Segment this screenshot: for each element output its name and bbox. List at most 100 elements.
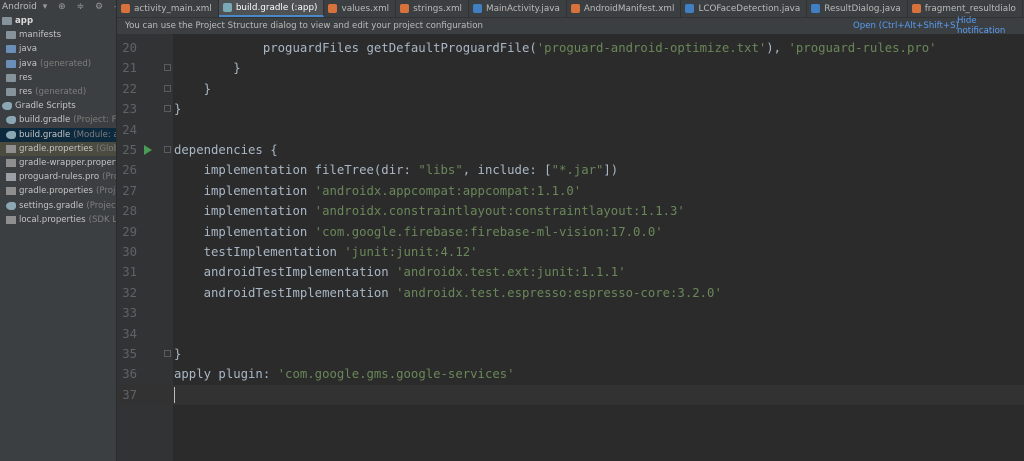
tree-item[interactable]: gradle.properties(Project — [0, 184, 116, 198]
code-line[interactable]: 33 — [117, 303, 1024, 323]
code-line[interactable]: 37 — [117, 384, 1024, 405]
xml-file-icon — [911, 4, 921, 13]
tab-gradle[interactable]: build.gradle (:app) — [218, 0, 325, 17]
tree-item-label: manifests — [19, 30, 62, 41]
notification-message: You can use the Project Structure dialog… — [125, 21, 483, 31]
tab-label: build.gradle (:app) — [235, 2, 318, 13]
tab-xml[interactable]: activity_main.xml — [117, 0, 219, 17]
line-text: } — [174, 99, 181, 119]
code-line[interactable]: 26 implementation fileTree(dir: "libs", … — [117, 160, 1024, 180]
tree-item[interactable]: res — [0, 71, 116, 85]
code-token: implementation — [174, 224, 315, 239]
code-line[interactable]: 31 androidTestImplementation 'androidx.t… — [117, 262, 1024, 282]
fold-marker-icon[interactable] — [164, 105, 171, 113]
tree-item[interactable]: Gradle Scripts — [0, 99, 116, 113]
code-line[interactable]: 36 apply plugin: 'com.google.gms.google-s… — [117, 364, 1024, 384]
code-token: implementation — [174, 183, 315, 198]
tree-item-label: settings.gradle — [19, 200, 84, 211]
code-token: apply plugin: — [174, 367, 278, 382]
tree-item[interactable]: res (generated) — [0, 85, 116, 99]
code-line[interactable]: 32 androidTestImplementation 'androidx.t… — [117, 283, 1024, 303]
line-number: 35 — [122, 347, 137, 361]
tree-root-app[interactable]: app — [0, 14, 116, 28]
fold-marker-icon[interactable] — [164, 84, 171, 92]
code-editor[interactable]: 20 proguardFiles getDefaultProguardFile(… — [117, 34, 1024, 461]
tab-xml[interactable]: strings.xml — [396, 0, 469, 17]
code-line[interactable]: 28 implementation 'androidx.constraintla… — [117, 201, 1024, 221]
fold-marker-icon[interactable] — [164, 146, 171, 153]
folder-icon — [6, 73, 16, 82]
hide-notification-link[interactable]: Hide notification — [957, 16, 1024, 36]
panel-tools-icons[interactable]: ▾ ⊕ ≑ ⚙ — — [43, 2, 116, 12]
code-token: } — [174, 61, 241, 76]
tree-item-label: gradle.properties — [19, 143, 93, 154]
code-line[interactable]: 20 proguardFiles getDefaultProguardFile(… — [117, 38, 1024, 58]
string-literal: 'junit:junit:4.12' — [344, 245, 478, 259]
tree-item-hint: (Project: Face — [73, 115, 116, 126]
code-token: ), — [766, 41, 789, 55]
code-line[interactable]: 25 dependencies { — [117, 140, 1024, 160]
tree-item[interactable]: local.properties(SDK Loc — [0, 213, 116, 227]
line-number: 29 — [122, 224, 137, 239]
string-literal: 'proguard-android-optimize.txt' — [536, 41, 767, 55]
fold-marker-icon[interactable] — [164, 350, 171, 357]
tree-item[interactable]: build.gradle(Module: app — [0, 127, 116, 142]
code-line[interactable]: 27 implementation 'androidx.appcompat:ap… — [117, 181, 1024, 201]
tree-item[interactable]: proguard-rules.pro(ProG — [0, 170, 116, 184]
code-line[interactable]: 34 — [117, 324, 1024, 344]
tab-java[interactable]: ResultDialog.java — [807, 0, 908, 17]
line-text: implementation 'androidx.constraintlayou… — [174, 201, 685, 221]
tab-xml[interactable]: AndroidManifest.xml — [567, 0, 682, 17]
tree-item-label: Gradle Scripts — [15, 101, 76, 112]
tree-item[interactable]: gradle.properties(Global — [0, 141, 116, 156]
code-token: androidTestImplementation — [174, 285, 397, 300]
line-text: dependencies { — [174, 140, 278, 160]
xml-file-icon — [121, 4, 130, 13]
tree-item[interactable]: gradle-wrapper.properties — [0, 156, 116, 170]
properties-icon — [6, 187, 16, 196]
tree-item[interactable]: manifests — [0, 28, 116, 42]
code-line[interactable]: 23} — [117, 99, 1024, 119]
code-line[interactable]: 22 } — [117, 79, 1024, 99]
editor-tab-bar: activity_main.xml build.gradle (:app) valu… — [117, 0, 1024, 18]
tree-item-label: proguard-rules.pro — [19, 172, 100, 183]
code-line[interactable]: 29 implementation 'com.google.firebase:f… — [117, 222, 1024, 242]
gradle-icon — [6, 201, 16, 210]
tab-label: AndroidManifest.xml — [583, 3, 675, 14]
tree-item[interactable]: build.gradle(Project: Face — [0, 113, 116, 127]
code-token: androidTestImplementation — [174, 265, 397, 280]
line-text: androidTestImplementation 'androidx.test… — [174, 283, 722, 303]
tree-item[interactable]: settings.gradle(Project Se — [0, 198, 116, 212]
tab-xml[interactable]: values.xml — [324, 0, 397, 17]
project-view-selector[interactable]: Android — [2, 2, 37, 12]
tab-xml[interactable]: fragment_resultdialo — [908, 0, 1023, 17]
code-line[interactable]: 24 — [117, 120, 1024, 140]
tree-item-label: java — [19, 58, 38, 69]
gradle-icon — [6, 116, 16, 125]
code-token: proguardFiles getDefaultProguardFile( — [174, 41, 537, 55]
tree-item[interactable]: java — [0, 42, 116, 56]
line-number: 31 — [122, 265, 137, 280]
tree-item[interactable]: java (generated) — [0, 57, 116, 71]
project-view-header[interactable]: Android ▾ ⊕ ≑ ⚙ — — [0, 0, 116, 14]
tab-label: MainActivity.java — [485, 3, 560, 14]
code-line[interactable]: 21 } — [117, 58, 1024, 78]
tab-java[interactable]: LCOFaceDetection.java — [681, 0, 808, 17]
run-gutter-icon[interactable] — [144, 145, 152, 155]
fold-marker-icon[interactable] — [164, 64, 171, 72]
string-literal: 'com.google.gms.google-services' — [277, 367, 515, 382]
line-number: 25 — [122, 143, 137, 157]
line-text: } — [174, 79, 211, 99]
tree-item-label: res — [19, 87, 33, 98]
code-line[interactable]: 35} — [117, 344, 1024, 364]
module-folder-icon — [2, 17, 12, 26]
code-line[interactable]: 30 testImplementation 'junit:junit:4.12' — [117, 242, 1024, 262]
code-token: implementation fileTree(dir: — [174, 163, 419, 178]
tab-java[interactable]: MainActivity.java — [469, 0, 567, 17]
properties-icon — [6, 215, 16, 224]
string-literal: 'androidx.test.ext:junit:1.1.1' — [396, 265, 626, 280]
line-number: 30 — [122, 245, 137, 259]
open-project-structure-link[interactable]: Open (Ctrl+Alt+Shift+S) — [853, 21, 959, 31]
tree-item-label: java — [19, 44, 38, 55]
line-number: 20 — [122, 41, 137, 55]
